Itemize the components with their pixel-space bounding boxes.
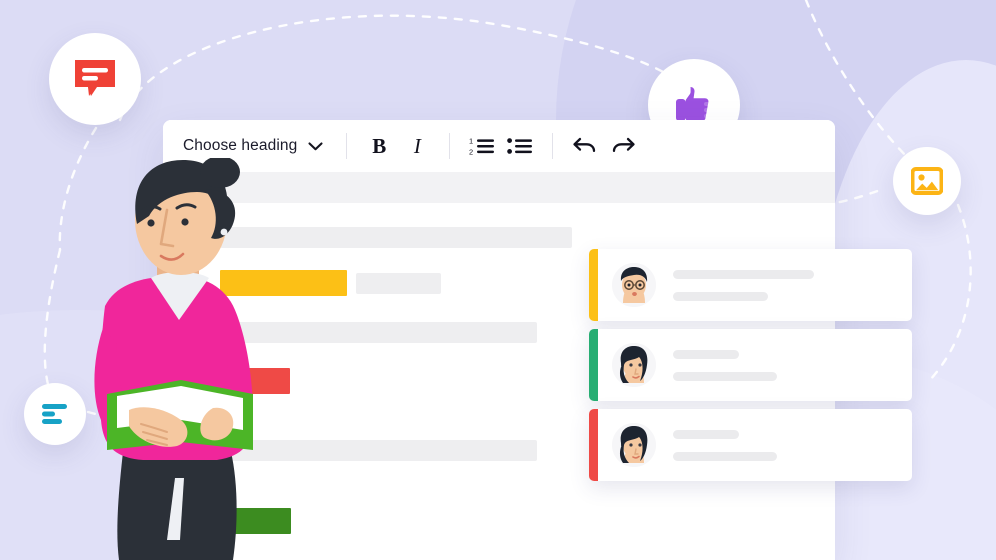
history-group (570, 131, 638, 161)
character-eye-left (147, 219, 155, 227)
comment-stack (589, 249, 912, 489)
redo-arrow-icon (613, 137, 635, 153)
comment-card-2-text-placeholder (673, 349, 912, 381)
comment-card-1-line-1 (673, 269, 815, 279)
toolbar-divider-2 (449, 133, 451, 159)
illustration-scene: Choose heading B I 1 2 (0, 0, 996, 560)
align-badge[interactable] (24, 383, 86, 445)
bulleted-list-button[interactable] (505, 131, 535, 161)
avatar-woman-dark-hair (612, 343, 656, 387)
align-left-icon (42, 404, 67, 424)
comment-card-3[interactable] (589, 409, 912, 481)
comment-card-2-accent-bar (589, 329, 598, 401)
comment-card-1[interactable] (589, 249, 912, 321)
list-group: 1 2 (467, 131, 535, 161)
heading-select[interactable]: Choose heading (181, 133, 329, 159)
comment-card-3-line-2 (673, 451, 777, 461)
doc-row-highlight-yellow-segment-2 (356, 272, 441, 294)
comment-card-3-line-1 (673, 429, 740, 439)
ordered-list-marker-2: 2 (469, 147, 473, 156)
ordered-list-marker-1: 1 (469, 137, 473, 146)
avatar-man-glasses (612, 263, 656, 307)
image-badge[interactable] (893, 147, 961, 215)
character-illustration (85, 158, 295, 560)
toolbar-divider-1 (346, 133, 348, 159)
comment-card-3-accent-bar (589, 409, 598, 481)
chat-bubble-icon (75, 60, 115, 96)
heading-select-label: Choose heading (183, 137, 298, 154)
character-earring (220, 228, 228, 236)
comment-card-2[interactable] (589, 329, 912, 401)
bold-button[interactable]: B (364, 131, 394, 161)
comment-card-3-text-placeholder (673, 429, 912, 461)
toolbar-divider-3 (552, 133, 554, 159)
avatar-man-glasses (612, 263, 656, 307)
comment-badge[interactable] (49, 33, 141, 125)
avatar-woman-dark-hair (612, 423, 656, 467)
image-icon (911, 167, 943, 195)
undo-button[interactable] (570, 131, 600, 161)
comment-card-1-line-2 (673, 291, 769, 301)
character-eye-right (181, 218, 189, 226)
comment-card-2-line-1 (673, 349, 740, 359)
numbered-list-icon: 1 2 (469, 137, 495, 156)
comment-card-2-line-2 (673, 371, 777, 381)
comment-card-1-accent-bar (589, 249, 598, 321)
text-format-group: B I (364, 131, 432, 161)
italic-button[interactable]: I (402, 131, 432, 161)
redo-button[interactable] (608, 131, 638, 161)
comment-card-1-text-placeholder (673, 269, 912, 301)
undo-arrow-icon (573, 137, 596, 153)
avatar-woman-dark-hair (612, 343, 656, 387)
avatar-woman-dark-hair (612, 423, 656, 467)
chevron-down-icon (308, 141, 323, 150)
ordered-list-button[interactable]: 1 2 (467, 131, 497, 161)
bulleted-list-icon (507, 138, 533, 154)
